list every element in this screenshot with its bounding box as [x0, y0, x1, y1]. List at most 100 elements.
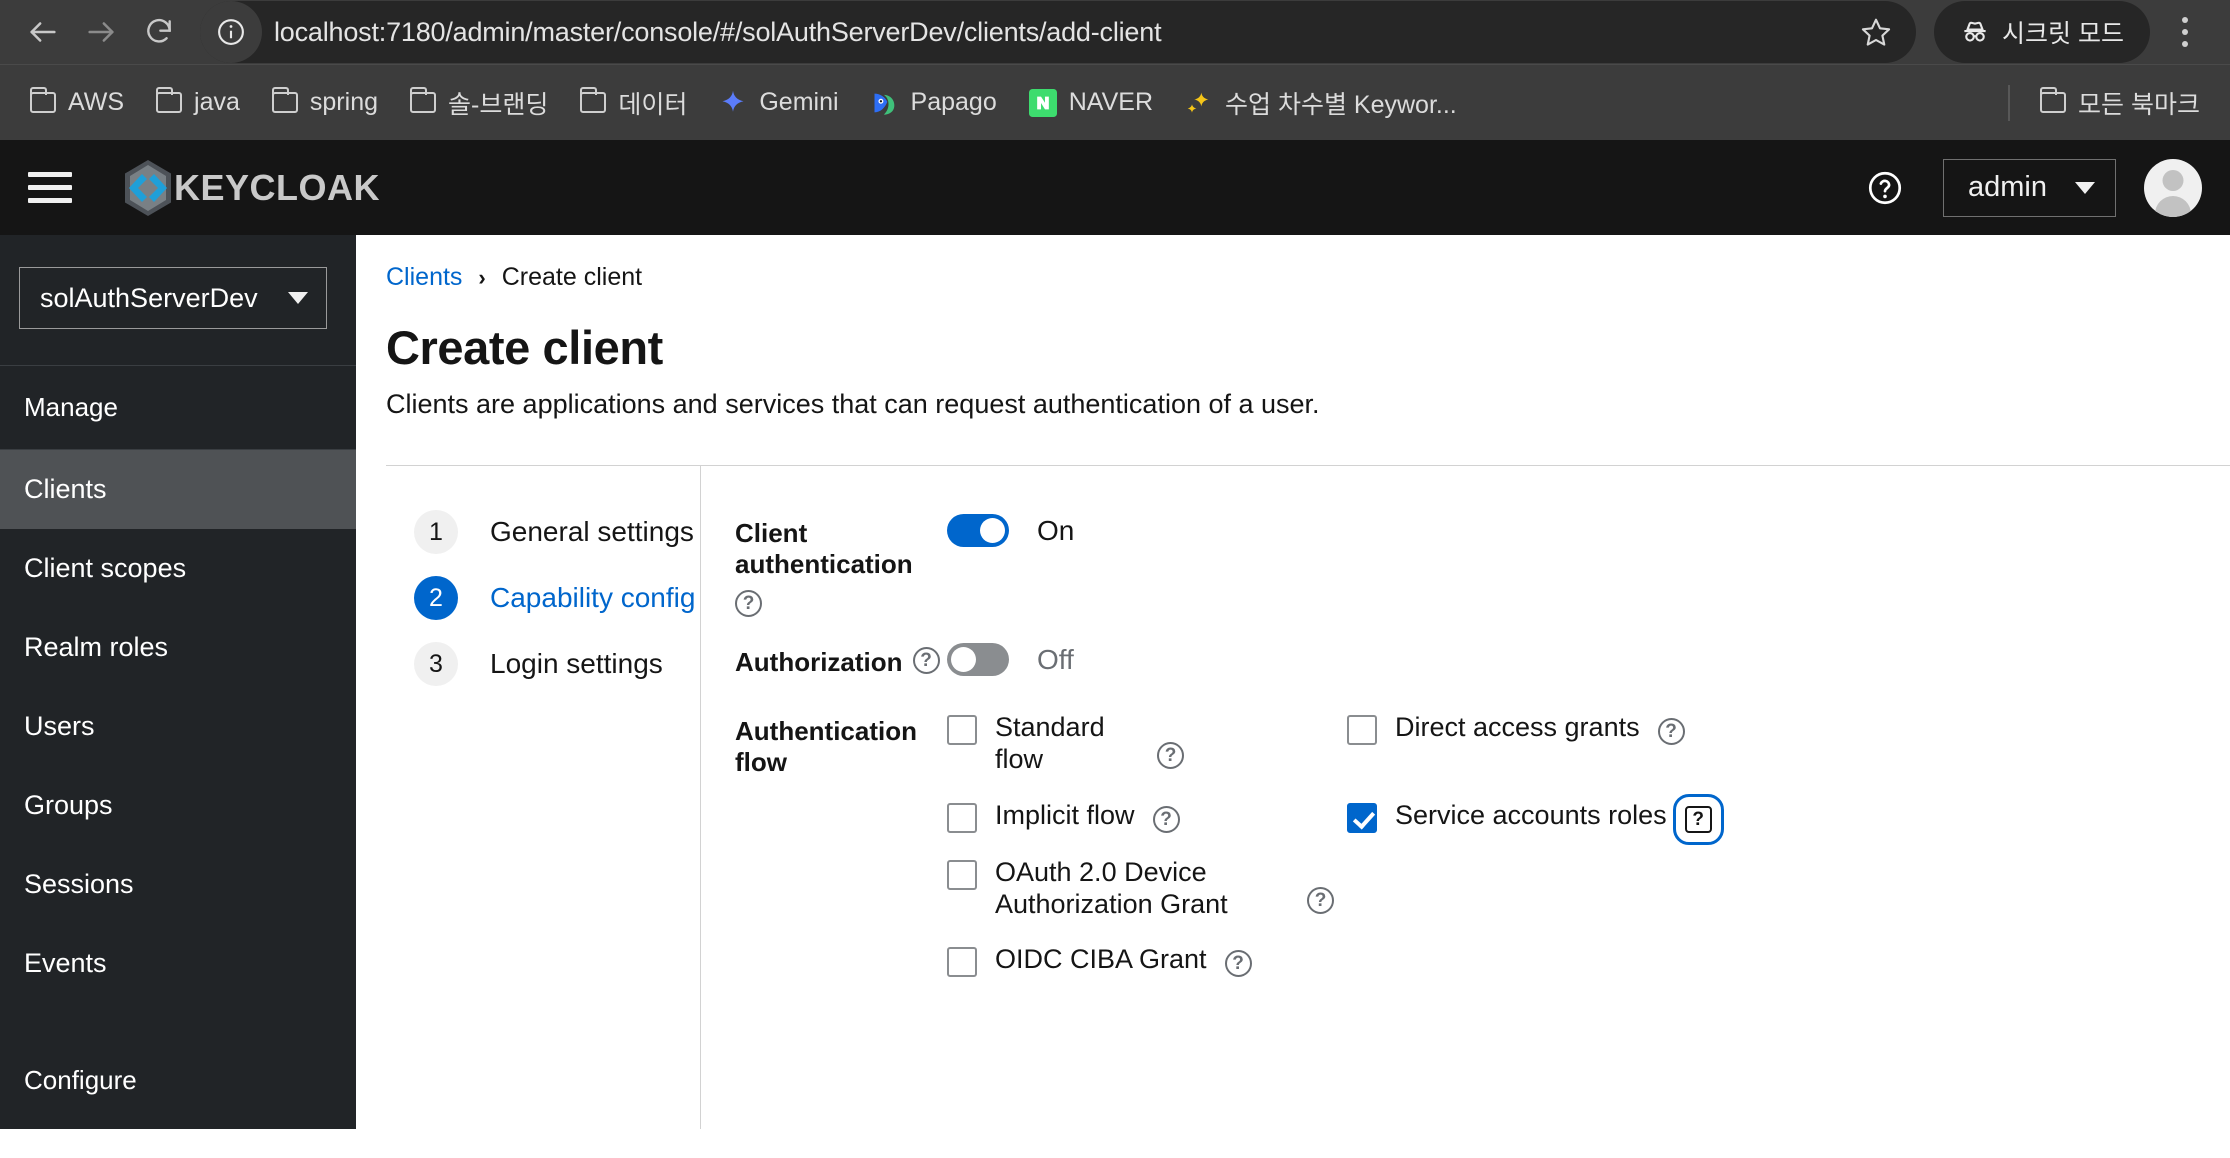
user-avatar-icon[interactable] — [2144, 158, 2202, 217]
bookmark-label: 데이터 — [618, 90, 688, 119]
checkbox-input[interactable] — [947, 947, 977, 978]
realm-selector-value: solAuthServerDev — [40, 282, 258, 313]
address-bar-url[interactable]: localhost:7180/admin/master/console/#/so… — [262, 17, 1850, 48]
bookmark-label: 솔-브랜딩 — [448, 90, 549, 119]
step-number: 1 — [414, 510, 458, 554]
bookmark-data[interactable]: 데이터 — [564, 79, 703, 127]
site-info-icon[interactable] — [200, 1, 262, 63]
client-authentication-toggle[interactable] — [947, 514, 1009, 547]
help-circle-icon[interactable]: ? — [1657, 718, 1685, 745]
realm-selector[interactable]: solAuthServerDev — [19, 267, 327, 329]
sidebar-item-label: Events — [24, 948, 107, 978]
bookmark-naver[interactable]: NAVER — [1013, 82, 1169, 123]
forward-arrow-icon[interactable] — [72, 3, 130, 61]
user-dropdown-label: admin — [1968, 171, 2047, 203]
wizard-step-general-settings[interactable]: 1 General settings — [414, 510, 700, 554]
checkbox-input[interactable] — [1347, 802, 1377, 833]
incognito-mode-indicator[interactable]: 시크릿 모드 — [1934, 1, 2150, 63]
authentication-flow-checkbox-grid: Standard flow ? Direct access grants ? I — [947, 712, 2230, 978]
sidebar-item-clients[interactable]: Clients — [0, 450, 356, 529]
keycloak-brand[interactable]: KEYCLOAK — [116, 156, 380, 220]
help-circle-icon[interactable]: ? — [1157, 742, 1184, 769]
address-bar[interactable]: localhost:7180/admin/master/console/#/so… — [200, 1, 1917, 63]
checkbox-standard-flow[interactable]: Standard flow ? — [947, 712, 1347, 776]
bookmark-spring[interactable]: spring — [256, 82, 394, 123]
sidebar-item-users[interactable]: Users — [0, 687, 356, 766]
bookmark-label: spring — [309, 88, 378, 116]
help-circle-icon[interactable]: ? — [1307, 886, 1334, 914]
bookmark-java[interactable]: java — [140, 82, 256, 123]
folder-icon — [156, 87, 183, 113]
browser-menu-icon[interactable] — [2158, 3, 2212, 61]
sidebar-heading-manage: Manage — [24, 392, 118, 422]
field-control: Off — [947, 643, 2230, 678]
sidebar-item-client-scopes[interactable]: Client scopes — [0, 529, 356, 608]
checkbox-label: Implicit flow — [995, 799, 1135, 830]
breadcrumb: Clients › Create client — [386, 263, 2230, 292]
checkbox-implicit-flow[interactable]: Implicit flow ? — [947, 800, 1347, 833]
field-label-group: Authorization ? — [735, 643, 947, 678]
checkbox-service-accounts-roles[interactable]: Service accounts roles ? — [1347, 793, 2230, 845]
bookmark-papago[interactable]: Papago — [855, 82, 1013, 123]
checkbox-input[interactable] — [1347, 715, 1377, 745]
user-dropdown[interactable]: admin — [1943, 158, 2116, 217]
help-circle-icon[interactable]: ? — [912, 647, 940, 674]
checkbox-oidc-ciba-grant[interactable]: OIDC CIBA Grant ? — [947, 944, 1347, 978]
sidebar-item-realm-roles[interactable]: Realm roles — [0, 608, 356, 687]
browser-omnibar: localhost:7180/admin/master/console/#/so… — [0, 0, 2230, 64]
wizard-steps: 1 General settings 2 Capability config 3… — [356, 466, 700, 1129]
checkbox-label: Service accounts roles — [1395, 799, 1667, 830]
folder-icon — [410, 87, 436, 113]
bookmark-label: java — [194, 88, 240, 116]
sidebar-item-sessions[interactable]: Sessions — [0, 845, 356, 924]
browser-chrome: localhost:7180/admin/master/console/#/so… — [0, 0, 2230, 140]
checkbox-input[interactable] — [947, 859, 977, 890]
bookmark-gemini[interactable]: Gemini — [703, 82, 854, 123]
sidebar-item-events[interactable]: Events — [0, 924, 356, 1003]
wizard-step-login-settings[interactable]: 3 Login settings — [414, 642, 700, 686]
field-label-group: Client authentication ? — [735, 514, 947, 617]
help-circle-icon[interactable]: ? — [1152, 805, 1180, 833]
checkbox-oauth-device-authorization-grant[interactable]: OAuth 2.0 Device Authorization Grant ? — [947, 857, 1347, 921]
checkbox-label: Direct access grants — [1395, 712, 1640, 742]
authorization-toggle[interactable] — [947, 643, 1009, 676]
sidebar-item-groups[interactable]: Groups — [0, 766, 356, 845]
checkbox-direct-access-grants[interactable]: Direct access grants ? — [1347, 712, 2230, 776]
bookmark-label: NAVER — [1068, 88, 1154, 116]
help-circle-icon[interactable]: ? — [1224, 950, 1252, 978]
papago-icon — [874, 93, 894, 115]
bookmark-aws[interactable]: AWS — [14, 82, 140, 123]
bookmark-sol-branding[interactable]: 솔-브랜딩 — [394, 79, 564, 127]
chevron-down-icon — [2075, 181, 2095, 194]
wizard-step-capability-config[interactable]: 2 Capability config — [414, 576, 700, 620]
sidebar-item-label: Sessions — [24, 869, 134, 899]
checkbox-input[interactable] — [947, 715, 977, 745]
all-bookmarks-button[interactable]: 모든 북마크 — [2024, 79, 2216, 127]
app-masthead: KEYCLOAK admin — [0, 140, 2230, 235]
field-control: Standard flow ? Direct access grants ? I — [947, 712, 2230, 978]
help-circle-icon[interactable]: ? — [1672, 793, 1724, 845]
keycloak-wordmark: KEYCLOAK — [174, 166, 381, 208]
reload-icon[interactable] — [130, 3, 188, 61]
step-label: Login settings — [490, 648, 663, 679]
bookmark-star-icon[interactable] — [1850, 6, 1902, 58]
back-arrow-icon[interactable] — [14, 3, 72, 61]
sidebar-item-label: Users — [24, 711, 95, 741]
chevron-right-icon: › — [478, 264, 486, 290]
bookmark-label: 수업 차수별 Keywor... — [1225, 90, 1457, 119]
folder-icon — [580, 87, 607, 113]
incognito-icon — [1964, 21, 1986, 42]
breadcrumb-link-clients[interactable]: Clients — [386, 263, 462, 292]
create-client-wizard: 1 General settings 2 Capability config 3… — [356, 466, 2230, 1129]
chevron-down-icon — [288, 292, 308, 304]
checkbox-input[interactable] — [947, 802, 977, 833]
field-client-authentication: Client authentication ? On — [735, 514, 2230, 617]
help-circle-icon[interactable]: ? — [735, 590, 762, 617]
client-authentication-state: On — [1037, 514, 1075, 546]
help-circle-icon[interactable] — [1861, 164, 1909, 212]
bookmark-keyword-doc[interactable]: 수업 차수별 Keywor... — [1169, 79, 1473, 127]
field-authentication-flow: Authentication flow Standard flow ? Dire… — [735, 712, 2230, 978]
hamburger-menu-icon[interactable] — [24, 162, 76, 214]
sidebar: solAuthServerDev Manage Clients Client s… — [0, 235, 356, 1129]
authentication-flow-label: Authentication flow — [735, 716, 917, 777]
